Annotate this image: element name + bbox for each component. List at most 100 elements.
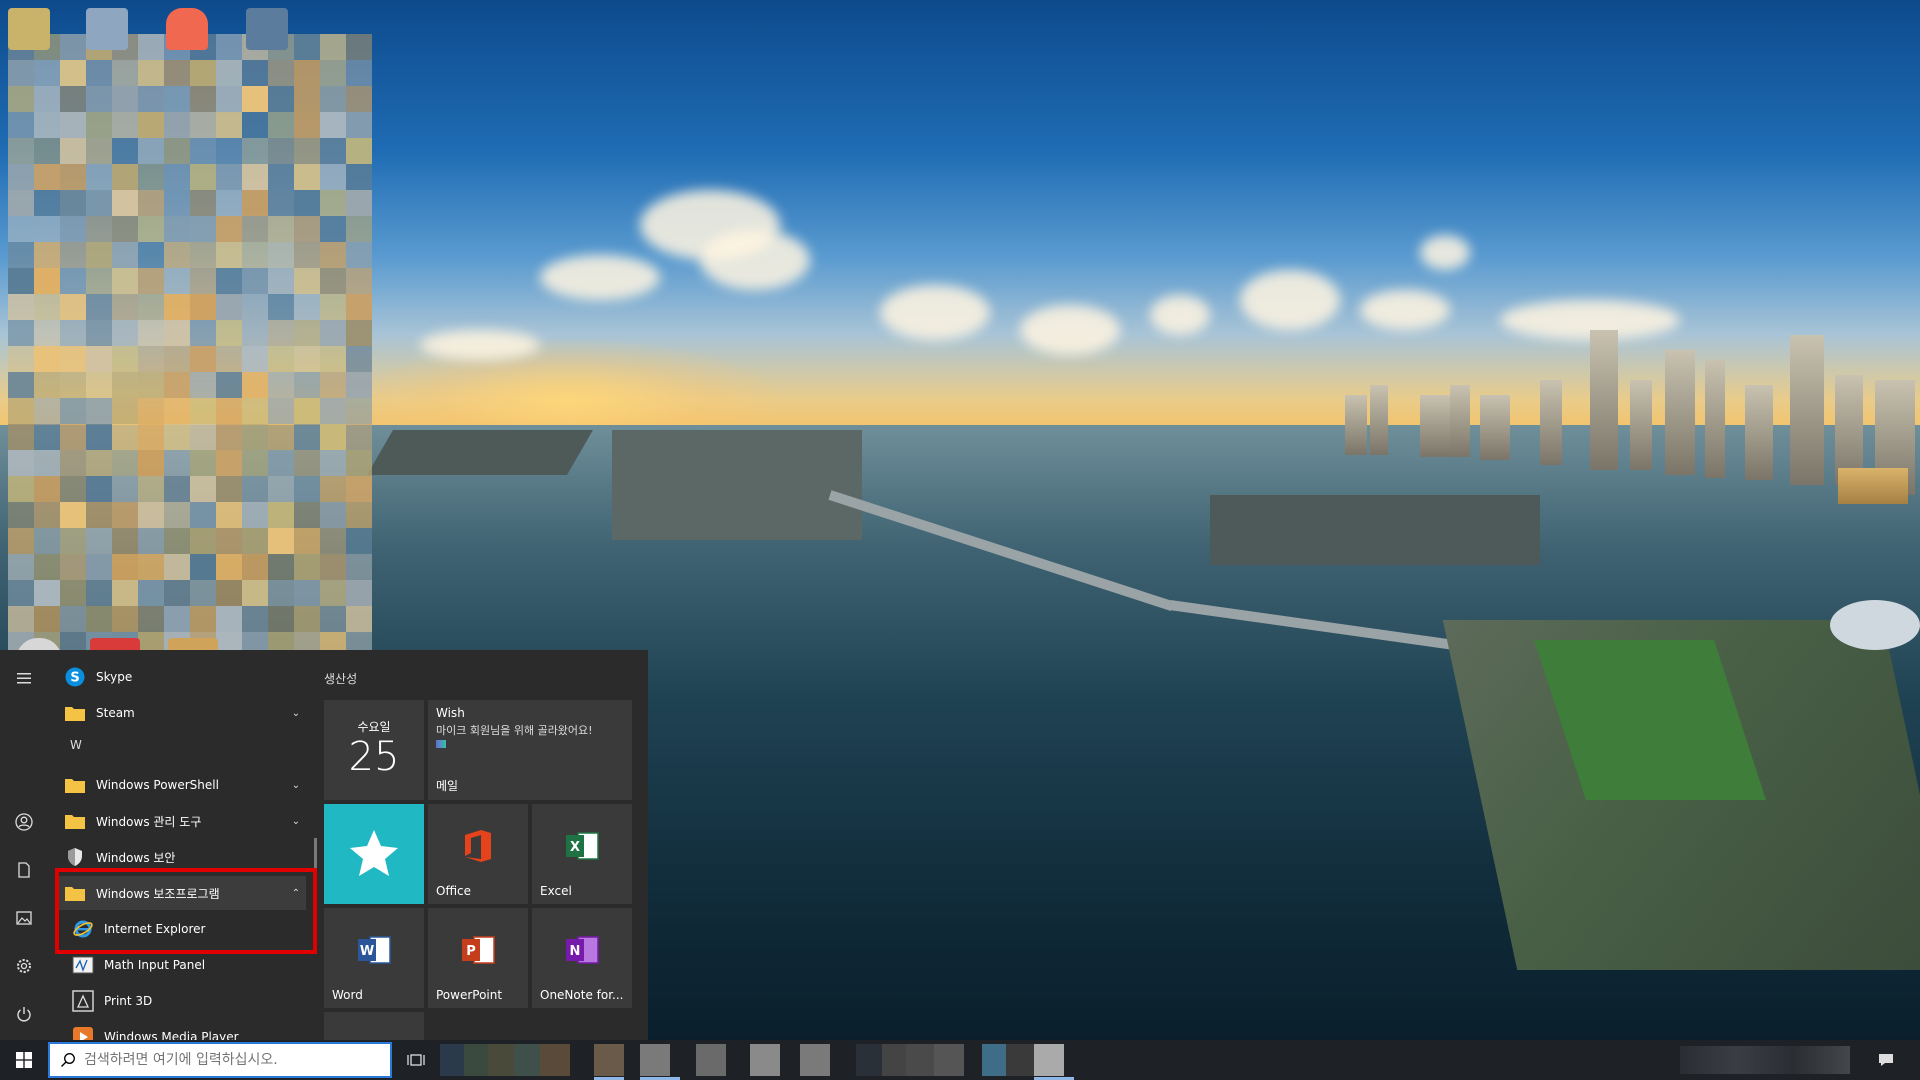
mosaic-cell [164, 606, 190, 632]
mosaic-cell [8, 502, 34, 528]
app-item-math-input-panel[interactable]: Math Input Panel [58, 948, 306, 982]
app-folder-steam[interactable]: Steam ⌄ [58, 696, 306, 730]
app-item-skype[interactable]: S Skype [58, 660, 306, 694]
mosaic-cell [268, 86, 294, 112]
mosaic-cell [8, 294, 34, 320]
mosaic-cell [320, 294, 346, 320]
powerpoint-tile[interactable]: P PowerPoint [428, 908, 528, 1008]
partial-tile[interactable] [324, 1012, 424, 1040]
settings-button[interactable] [0, 946, 48, 986]
mosaic-cell [242, 60, 268, 86]
mosaic-cell [346, 112, 372, 138]
mosaic-cell [60, 580, 86, 606]
taskbar-search-box[interactable] [48, 1042, 392, 1078]
mosaic-cell [112, 112, 138, 138]
folder-icon [64, 774, 86, 796]
desktop-icon[interactable] [166, 8, 208, 50]
section-letter[interactable]: W [70, 738, 82, 752]
mosaic-cell [268, 112, 294, 138]
app-item-windows-media-player[interactable]: Windows Media Player [58, 1020, 306, 1040]
taskbar-app-icon[interactable] [1006, 1044, 1036, 1076]
desktop-icon-area[interactable] [8, 8, 380, 660]
mosaic-cell [138, 502, 164, 528]
account-button[interactable] [0, 802, 48, 842]
app-folder-windows-admin-tools[interactable]: Windows 관리 도구 ⌄ [58, 804, 306, 838]
expand-menu-button[interactable] [0, 658, 48, 698]
mosaic-cell [60, 216, 86, 242]
taskbar-app-icon[interactable] [1034, 1044, 1064, 1076]
documents-button[interactable] [0, 850, 48, 890]
mosaic-cell [138, 86, 164, 112]
power-icon [17, 1007, 31, 1022]
mosaic-cell [346, 34, 372, 60]
mosaic-cell [112, 138, 138, 164]
taskbar-app-icon[interactable] [640, 1044, 670, 1076]
mosaic-cell [60, 86, 86, 112]
desktop-icon[interactable] [8, 8, 50, 50]
mosaic-cell [294, 606, 320, 632]
notification-center-button[interactable] [1866, 1040, 1906, 1080]
desktop-icon[interactable] [86, 8, 128, 50]
mosaic-cell [34, 502, 60, 528]
app-folder-windows-powershell[interactable]: Windows PowerShell ⌄ [58, 768, 306, 802]
taskbar-app-icon[interactable] [800, 1044, 830, 1076]
app-folder-windows-accessories[interactable]: Windows 보조프로그램 ⌃ [58, 876, 306, 910]
mosaic-cell [112, 86, 138, 112]
mosaic-cell [112, 606, 138, 632]
onenote-tile[interactable]: N OneNote for... [532, 908, 632, 1008]
pictures-button[interactable] [0, 898, 48, 938]
mosaic-cell [8, 242, 34, 268]
mosaic-cell [346, 138, 372, 164]
mosaic-cell [138, 242, 164, 268]
mosaic-cell [294, 60, 320, 86]
app-list[interactable]: S Skype Steam ⌄ W Windows PowerShell ⌄ W… [48, 650, 317, 1040]
app-item-windows-security[interactable]: Windows 보안 [58, 840, 306, 874]
app-item-internet-explorer[interactable]: Internet Explorer [58, 912, 306, 946]
mosaic-cell [190, 190, 216, 216]
mosaic-cell [164, 60, 190, 86]
mosaic-cell [320, 580, 346, 606]
mosaic-cell [8, 60, 34, 86]
mosaic-cell [164, 502, 190, 528]
excel-tile[interactable]: X Excel [532, 804, 632, 904]
tile-group-title[interactable]: 생산성 [324, 670, 357, 687]
mosaic-cell [138, 580, 164, 606]
calendar-tile[interactable]: 수요일 25 [324, 700, 424, 800]
mosaic-cell [8, 580, 34, 606]
taskbar-app-icon[interactable] [906, 1044, 936, 1076]
favorites-star-tile[interactable] [324, 804, 424, 904]
mail-tile[interactable]: Wish 마이크 회원님을 위해 골라왔어요! 메일 [428, 700, 632, 800]
desktop-icon[interactable] [246, 8, 288, 50]
app-list-scrollbar[interactable] [314, 838, 317, 910]
mosaic-cell [190, 476, 216, 502]
mosaic-cell [268, 372, 294, 398]
mosaic-cell [112, 398, 138, 424]
mosaic-cell [216, 398, 242, 424]
power-button[interactable] [0, 994, 48, 1034]
mosaic-cell [242, 528, 268, 554]
mosaic-cell [8, 346, 34, 372]
taskbar-app-icon[interactable] [540, 1044, 570, 1076]
taskbar-app-icon[interactable] [696, 1044, 726, 1076]
taskbar-app-icon[interactable] [594, 1044, 624, 1076]
internet-explorer-icon [72, 918, 94, 940]
system-tray[interactable] [1680, 1046, 1850, 1074]
taskbar-app-icon[interactable] [934, 1044, 964, 1076]
mosaic-cell [320, 346, 346, 372]
office-tile[interactable]: Office [428, 804, 528, 904]
mosaic-cell [138, 346, 164, 372]
mosaic-cell [60, 372, 86, 398]
taskbar-app-icon[interactable] [750, 1044, 780, 1076]
word-tile[interactable]: W Word [324, 908, 424, 1008]
mosaic-cell [320, 528, 346, 554]
task-view-button[interactable] [400, 1040, 432, 1080]
search-input[interactable] [82, 1051, 376, 1069]
taskbar [0, 1040, 1920, 1080]
mosaic-cell [320, 398, 346, 424]
mosaic-cell [60, 268, 86, 294]
app-item-print-3d[interactable]: Print 3D [58, 984, 306, 1018]
mosaic-cell [8, 216, 34, 242]
mosaic-cell [216, 86, 242, 112]
mosaic-cell [216, 606, 242, 632]
start-button[interactable] [0, 1040, 48, 1080]
